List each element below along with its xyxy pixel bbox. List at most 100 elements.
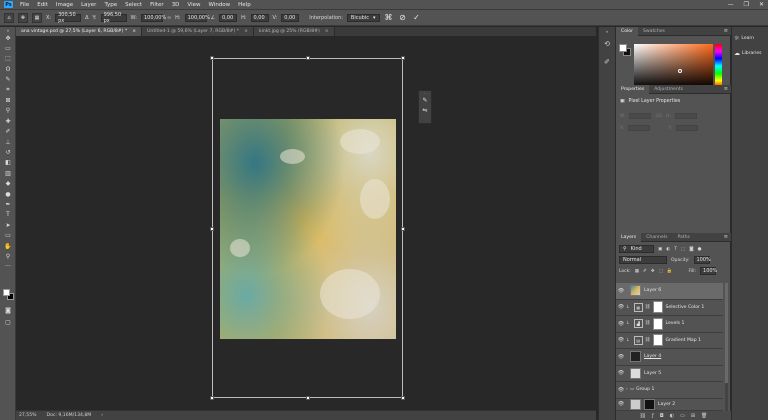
color-panel-swatches[interactable] <box>619 44 631 56</box>
fill-field[interactable]: 100% <box>700 267 717 275</box>
delta-icon[interactable]: Δ <box>85 15 88 21</box>
menu-edit[interactable]: Edit <box>33 2 52 8</box>
close-icon[interactable]: × <box>325 29 329 34</box>
brush-tool-icon[interactable]: ✐ <box>0 127 16 137</box>
restore-icon[interactable]: ❐ <box>744 1 749 8</box>
transform-handle[interactable] <box>401 227 405 231</box>
eye-icon[interactable]: 👁 <box>616 370 626 376</box>
tab-properties[interactable]: Properties <box>616 84 650 94</box>
libraries-tab[interactable]: ☁ Libraries <box>732 46 768 61</box>
dodge-tool-icon[interactable]: ● <box>0 189 16 199</box>
screen-mode-icon[interactable]: ▢ <box>0 317 16 327</box>
color-field[interactable] <box>634 44 713 88</box>
tab-kinkt[interactable]: kinkt.jpg @ 25% (RGB/8#) × <box>253 27 335 36</box>
eye-icon[interactable]: 👁 <box>616 288 626 294</box>
layer-name[interactable]: Layer 5 <box>644 371 661 376</box>
layers-scrollbar[interactable] <box>725 283 728 411</box>
layer-row-group-1[interactable]: 👁 › ▭ Group 1 <box>616 382 723 399</box>
tab-adjustments[interactable]: Adjustments <box>649 85 688 94</box>
menu-3d[interactable]: 3D <box>168 2 184 8</box>
tab-ana-vintage[interactable]: ana vintage.psd @ 27,5% (Layer 6, RGB/8#… <box>16 27 143 36</box>
height-field[interactable]: 100,00% <box>184 13 210 22</box>
y-field[interactable]: 996,50 px <box>100 12 127 24</box>
eye-icon[interactable]: 👁 <box>616 337 626 343</box>
x-field[interactable]: 300,50 px <box>55 12 82 24</box>
vskew-field[interactable]: 0,00 <box>281 13 300 22</box>
blend-mode-select[interactable]: Normal <box>619 256 667 264</box>
eye-icon[interactable]: 👁 <box>616 321 626 327</box>
menu-view[interactable]: View <box>183 2 204 8</box>
close-icon[interactable]: × <box>244 29 248 34</box>
cancel-icon[interactable]: ⊘ <box>398 13 408 22</box>
interpolation-select[interactable]: Bicubic ▾ <box>346 13 380 22</box>
menu-layer[interactable]: Layer <box>77 2 100 8</box>
zoom-level[interactable]: 27,55% <box>19 413 37 418</box>
layer-name[interactable]: Group 1 <box>636 387 654 392</box>
menu-select[interactable]: Select <box>121 2 146 8</box>
hand-tool-icon[interactable]: ✋ <box>0 241 16 251</box>
chain-link-icon[interactable]: ⛓ <box>645 338 651 343</box>
trash-icon[interactable]: 🗑 <box>701 413 707 419</box>
chain-link-icon[interactable]: ⛓ <box>645 321 651 326</box>
link-layers-icon[interactable]: ⛓ <box>640 413 646 419</box>
crop-tool-icon[interactable]: ⌗ <box>0 85 16 95</box>
layer-mask-thumbnail[interactable] <box>652 334 663 347</box>
tab-layers[interactable]: Layers <box>616 232 642 242</box>
filter-toggle-icon[interactable]: ● <box>698 247 702 252</box>
chevron-right-icon[interactable]: › <box>101 413 103 418</box>
eye-icon[interactable]: 👁 <box>616 354 626 360</box>
layer-name[interactable]: Levels 1 <box>666 321 685 326</box>
lock-position-icon[interactable]: ✥ <box>651 269 655 274</box>
brush-panel-icon[interactable]: ✐ <box>599 53 615 71</box>
layer-name[interactable]: Layer 4 <box>644 354 661 359</box>
gradient-tool-icon[interactable]: ▥ <box>0 168 16 178</box>
menu-image[interactable]: Image <box>52 2 77 8</box>
eye-icon[interactable]: 👁 <box>616 387 626 393</box>
add-mask-icon[interactable]: ◘ <box>660 413 664 419</box>
chevron-right-icon[interactable]: › <box>626 387 628 392</box>
layer-row-layer-6[interactable]: 👁 Layer 6 <box>616 283 723 300</box>
tool-preset-icon[interactable]: ✥ <box>18 12 28 23</box>
menu-filter[interactable]: Filter <box>146 2 168 8</box>
layer-mask-thumbnail[interactable] <box>644 398 655 410</box>
fx-icon[interactable]: ƒ <box>652 413 654 419</box>
transform-bounding-box[interactable] <box>210 56 405 400</box>
marquee-tool-icon[interactable]: ⬚ <box>0 54 16 64</box>
tab-untitled-1[interactable]: Untitled-1 @ 59,6% (Layer 7, RGB/8#) * × <box>142 27 254 36</box>
panel-menu-icon[interactable]: ≡ <box>724 234 728 240</box>
layer-name[interactable]: Gradient Map 1 <box>666 338 702 343</box>
type-tool-icon[interactable]: T <box>0 210 16 220</box>
width-field[interactable]: 100,00% <box>140 13 166 22</box>
filter-kind-select[interactable]: ⚲ Kind <box>619 245 654 253</box>
panel-menu-icon[interactable]: ≡ <box>724 86 728 92</box>
layer-name[interactable]: Layer 2 <box>658 402 675 407</box>
eye-icon[interactable]: 👁 <box>616 401 626 407</box>
transform-handle[interactable] <box>306 56 310 60</box>
close-icon[interactable]: ✕ <box>759 1 764 8</box>
lock-artboard-icon[interactable]: ⬚ <box>659 269 663 274</box>
reference-point-icon[interactable]: ▦ <box>32 12 42 23</box>
filter-shape-icon[interactable]: ⬚ <box>681 247 685 252</box>
tab-color[interactable]: Color <box>616 26 638 36</box>
warp-brush-icon[interactable]: ✎ <box>419 95 431 105</box>
tab-paths[interactable]: Paths <box>672 233 695 242</box>
color-swatches[interactable] <box>3 289 14 300</box>
commit-icon[interactable]: ✓ <box>412 13 422 22</box>
home-icon[interactable]: ⌂ <box>4 12 14 23</box>
lock-transparent-icon[interactable]: ▦ <box>635 269 639 274</box>
layer-row-gradient-map-1[interactable]: 👁 ↓ ▤ ⛓ Gradient Map 1 <box>616 333 723 349</box>
filter-smart-object-icon[interactable]: ◙ <box>689 247 693 252</box>
layer-row-selective-color-1[interactable]: 👁 ↓ ▦ ⛓ Selective Color 1 <box>616 300 723 316</box>
close-icon[interactable]: × <box>132 29 136 34</box>
eyedropper-tool-icon[interactable]: ⚲ <box>0 106 16 116</box>
blur-tool-icon[interactable]: ◆ <box>0 178 16 188</box>
tab-swatches[interactable]: Swatches <box>638 27 670 36</box>
tab-channels[interactable]: Channels <box>641 233 672 242</box>
filter-adjustment-icon[interactable]: ◐ <box>666 247 670 252</box>
learn-tab[interactable]: ☼ Learn <box>732 31 768 46</box>
panel-menu-icon[interactable]: ≡ <box>724 28 728 34</box>
scrollbar-thumb[interactable] <box>725 283 728 383</box>
pen-tool-icon[interactable]: ✒ <box>0 199 16 209</box>
history-panel-icon[interactable]: ⟲ <box>599 35 615 53</box>
artboard-tool-icon[interactable]: ▭ <box>0 43 16 53</box>
